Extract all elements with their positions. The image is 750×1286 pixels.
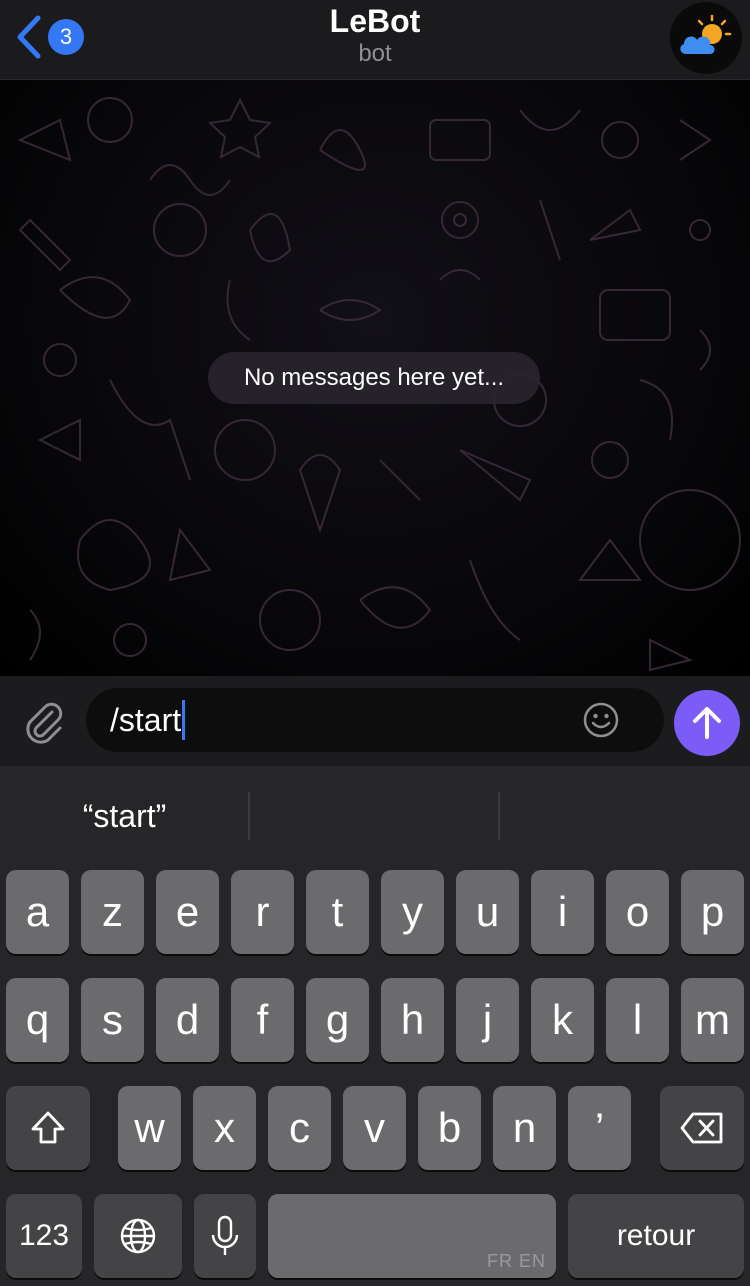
language-hint: FR EN	[487, 1251, 546, 1271]
key-x[interactable]: x	[193, 1086, 256, 1170]
emoji-icon[interactable]	[582, 701, 620, 739]
key-r[interactable]: r	[231, 870, 294, 954]
key-a[interactable]: a	[6, 870, 69, 954]
text-caret	[182, 700, 186, 740]
chat-header: 3 LeBot bot	[0, 0, 750, 80]
key-t[interactable]: t	[306, 870, 369, 954]
key-o[interactable]: o	[606, 870, 669, 954]
key-s[interactable]: s	[81, 978, 144, 1062]
empty-state-label: No messages here yet...	[208, 352, 540, 404]
backspace-key[interactable]	[660, 1086, 744, 1170]
shift-key[interactable]	[6, 1086, 90, 1170]
key-u[interactable]: u	[456, 870, 519, 954]
arrow-up-icon	[693, 707, 721, 739]
chat-subtitle: bot	[358, 40, 392, 67]
key-j[interactable]: j	[456, 978, 519, 1062]
keyboard: “start” a z e r t y u i o p q s d f g h …	[0, 766, 750, 1286]
key-z[interactable]: z	[81, 870, 144, 954]
chat-title-block[interactable]: LeBot bot	[0, 3, 750, 69]
key-b[interactable]: b	[418, 1086, 481, 1170]
backspace-icon	[680, 1112, 723, 1144]
suggestion-2[interactable]	[250, 766, 499, 866]
globe-icon	[120, 1218, 156, 1254]
suggestion-1[interactable]: “start”	[0, 766, 249, 866]
key-f[interactable]: f	[231, 978, 294, 1062]
key-h[interactable]: h	[381, 978, 444, 1062]
message-input-text: /start	[110, 701, 182, 738]
dictation-key[interactable]	[194, 1194, 256, 1278]
paperclip-icon[interactable]	[20, 698, 66, 744]
chat-title: LeBot	[329, 3, 421, 39]
key-k[interactable]: k	[531, 978, 594, 1062]
globe-key[interactable]	[94, 1194, 182, 1278]
suggestion-bar: “start”	[0, 766, 750, 866]
weather-icon	[680, 14, 732, 54]
key-e[interactable]: e	[156, 870, 219, 954]
key-q[interactable]: q	[6, 978, 69, 1062]
key-d[interactable]: d	[156, 978, 219, 1062]
space-key[interactable]: FR EN	[268, 1194, 556, 1278]
key-n[interactable]: n	[493, 1086, 556, 1170]
key-v[interactable]: v	[343, 1086, 406, 1170]
key-g[interactable]: g	[306, 978, 369, 1062]
key-i[interactable]: i	[531, 870, 594, 954]
key-l[interactable]: l	[606, 978, 669, 1062]
key-apostrophe[interactable]: ’	[568, 1086, 631, 1170]
shift-icon	[31, 1111, 65, 1144]
key-y[interactable]: y	[381, 870, 444, 954]
key-p[interactable]: p	[681, 870, 744, 954]
composer-bar: /start	[0, 676, 750, 766]
suggestion-3[interactable]	[500, 766, 749, 866]
key-w[interactable]: w	[118, 1086, 181, 1170]
return-key[interactable]: retour	[568, 1194, 744, 1278]
key-c[interactable]: c	[268, 1086, 331, 1170]
message-input[interactable]: /start	[86, 688, 664, 752]
chat-area: No messages here yet...	[0, 80, 750, 676]
key-m[interactable]: m	[681, 978, 744, 1062]
microphone-icon	[211, 1215, 239, 1255]
numbers-key[interactable]: 123	[6, 1194, 82, 1278]
send-button[interactable]	[674, 690, 740, 756]
avatar[interactable]	[670, 2, 742, 74]
